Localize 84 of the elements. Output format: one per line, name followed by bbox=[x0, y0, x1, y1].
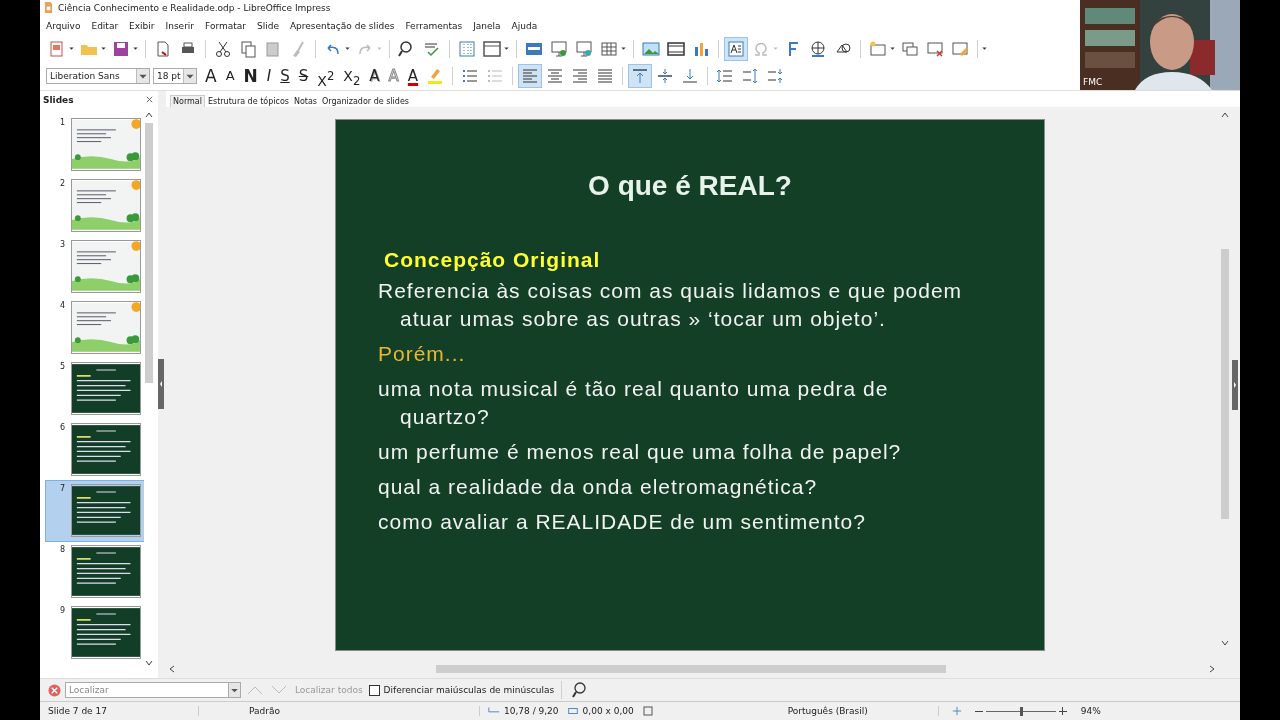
slide-text: uma nota musical é tão real quanto uma pedra de quartzo? bbox=[378, 375, 890, 430]
menu-item[interactable]: Exibir bbox=[129, 20, 155, 31]
window-title: Ciência Conhecimento e Realidade.odp - LibreOffice Impress bbox=[58, 3, 331, 13]
close-icon[interactable] bbox=[145, 95, 154, 105]
italic-button[interactable]: I bbox=[263, 65, 275, 88]
slide-number: 5 bbox=[60, 361, 67, 371]
checkbox[interactable] bbox=[368, 684, 380, 696]
slide-thumbnail[interactable] bbox=[70, 605, 141, 659]
slide-thumbnail[interactable] bbox=[70, 361, 141, 415]
slide-text: Porém... bbox=[378, 340, 467, 367]
slide-thumbnail-row[interactable]: 7 bbox=[46, 480, 144, 541]
script-button[interactable]: X$_{2}$ bbox=[340, 65, 364, 88]
slide-thumbnail-row[interactable]: 3 bbox=[46, 236, 144, 297]
slide-number: 3 bbox=[60, 239, 67, 249]
view-tab[interactable]: Normal bbox=[170, 94, 205, 107]
slide-number: 9 bbox=[60, 605, 67, 615]
menu-item[interactable]: Formatar bbox=[205, 20, 246, 31]
slide-number: 8 bbox=[60, 544, 67, 554]
position-readout: 10,78 / 9,20 bbox=[504, 706, 559, 717]
slide-number: 2 bbox=[60, 178, 67, 188]
strikethrough-button[interactable]: S bbox=[295, 65, 312, 88]
grow-font-button[interactable]: A bbox=[202, 65, 220, 88]
slide-thumbnail-row[interactable]: 4 bbox=[46, 297, 144, 358]
save-status-icon bbox=[641, 706, 654, 717]
bold-button[interactable]: N bbox=[240, 65, 261, 88]
font-name-field[interactable]: Liberation Sans bbox=[46, 68, 150, 85]
slide-text: como avaliar a REALIDADE de um sentimento? bbox=[378, 508, 867, 535]
slide-heading: Concepção Original bbox=[383, 246, 602, 273]
slide-number: 7 bbox=[60, 483, 67, 493]
slide-thumbnail[interactable] bbox=[70, 483, 141, 537]
text-box-icon[interactable] bbox=[725, 38, 747, 61]
slide-thumbnail[interactable] bbox=[70, 422, 141, 476]
align-left-icon[interactable] bbox=[519, 65, 542, 88]
size-readout: 0,00 x 0,00 bbox=[582, 706, 634, 717]
menu-item[interactable]: Editar bbox=[91, 20, 119, 31]
menu-item[interactable]: Slide bbox=[257, 20, 279, 31]
script-button[interactable]: X$^{2}$ bbox=[314, 65, 338, 88]
slide-title: O que é REAL? bbox=[587, 169, 793, 202]
view-tab[interactable]: Notas bbox=[291, 95, 320, 107]
slide-text: Referencia às coisas com as quais lidamos e que podem atuar umas sobre as outras » ‘tocar um objeto’. bbox=[378, 277, 964, 332]
layout-name: Padrão bbox=[199, 706, 480, 717]
slide-number: 4 bbox=[60, 300, 67, 310]
search-field[interactable]: Localizar bbox=[65, 682, 229, 699]
slide-text: um perfume é menos real que uma folha de papel? bbox=[378, 438, 903, 465]
menu-item[interactable]: Apresentação de slides bbox=[289, 20, 395, 31]
slide-thumbnail-row[interactable]: 6 bbox=[46, 419, 144, 480]
slide-number: 1 bbox=[60, 117, 67, 127]
slide-counter: Slide 7 de 17 bbox=[40, 706, 199, 717]
menu-item[interactable]: Ajuda bbox=[511, 20, 538, 31]
menu-item[interactable]: Janela bbox=[473, 20, 501, 31]
zoom-slider-thumb[interactable] bbox=[1019, 706, 1023, 716]
menu-item[interactable]: Inserir bbox=[165, 20, 195, 31]
font-color-button[interactable]: A bbox=[404, 65, 422, 88]
shrink-font-button[interactable]: A bbox=[222, 65, 238, 88]
underline-button[interactable]: S bbox=[277, 65, 293, 88]
slide-thumbnail-row[interactable]: 5 bbox=[46, 358, 144, 419]
slide-thumbnail[interactable] bbox=[70, 544, 141, 598]
fit-slide-icon[interactable] bbox=[950, 706, 963, 717]
slide-thumbnail[interactable] bbox=[70, 300, 141, 354]
size-icon bbox=[566, 706, 579, 717]
participant-name: FMC bbox=[1083, 77, 1103, 87]
slide-thumbnail[interactable] bbox=[70, 239, 141, 293]
slide-number: 6 bbox=[60, 422, 67, 432]
close-icon[interactable] bbox=[48, 683, 61, 697]
shadow-button[interactable]: A bbox=[366, 65, 383, 88]
view-tab[interactable]: Organizador de slides bbox=[320, 95, 411, 107]
font-size-field[interactable]: 18 pt bbox=[153, 68, 197, 85]
menu-item[interactable]: Ferramentas bbox=[405, 20, 463, 31]
panel-title: Slides bbox=[43, 94, 74, 105]
slide-thumbnail[interactable] bbox=[70, 178, 141, 232]
language-status[interactable]: Português (Brasil) bbox=[697, 706, 939, 717]
slide-thumbnail-row[interactable]: 2 bbox=[46, 175, 144, 236]
slide-thumbnail[interactable] bbox=[70, 117, 141, 171]
view-tab[interactable]: Estrutura de tópicos bbox=[205, 95, 291, 107]
menu-item[interactable]: Arquivo bbox=[46, 20, 81, 31]
zoom-percent: 94% bbox=[1080, 706, 1101, 717]
collapse-handle[interactable] bbox=[158, 359, 164, 410]
checkbox-label[interactable]: Diferenciar maiúsculas de minúsculas bbox=[383, 685, 555, 696]
slide-thumbnail-row[interactable]: 8 bbox=[46, 541, 144, 602]
slide-thumbnail-row[interactable]: 1 bbox=[46, 114, 144, 175]
sidebar-handle[interactable] bbox=[1232, 359, 1238, 410]
align-top-vertical-icon[interactable] bbox=[629, 65, 652, 88]
slide-thumbnail-row[interactable]: 9 bbox=[46, 602, 144, 663]
slide-text: qual a realidade da onda eletromagnética? bbox=[378, 473, 819, 500]
